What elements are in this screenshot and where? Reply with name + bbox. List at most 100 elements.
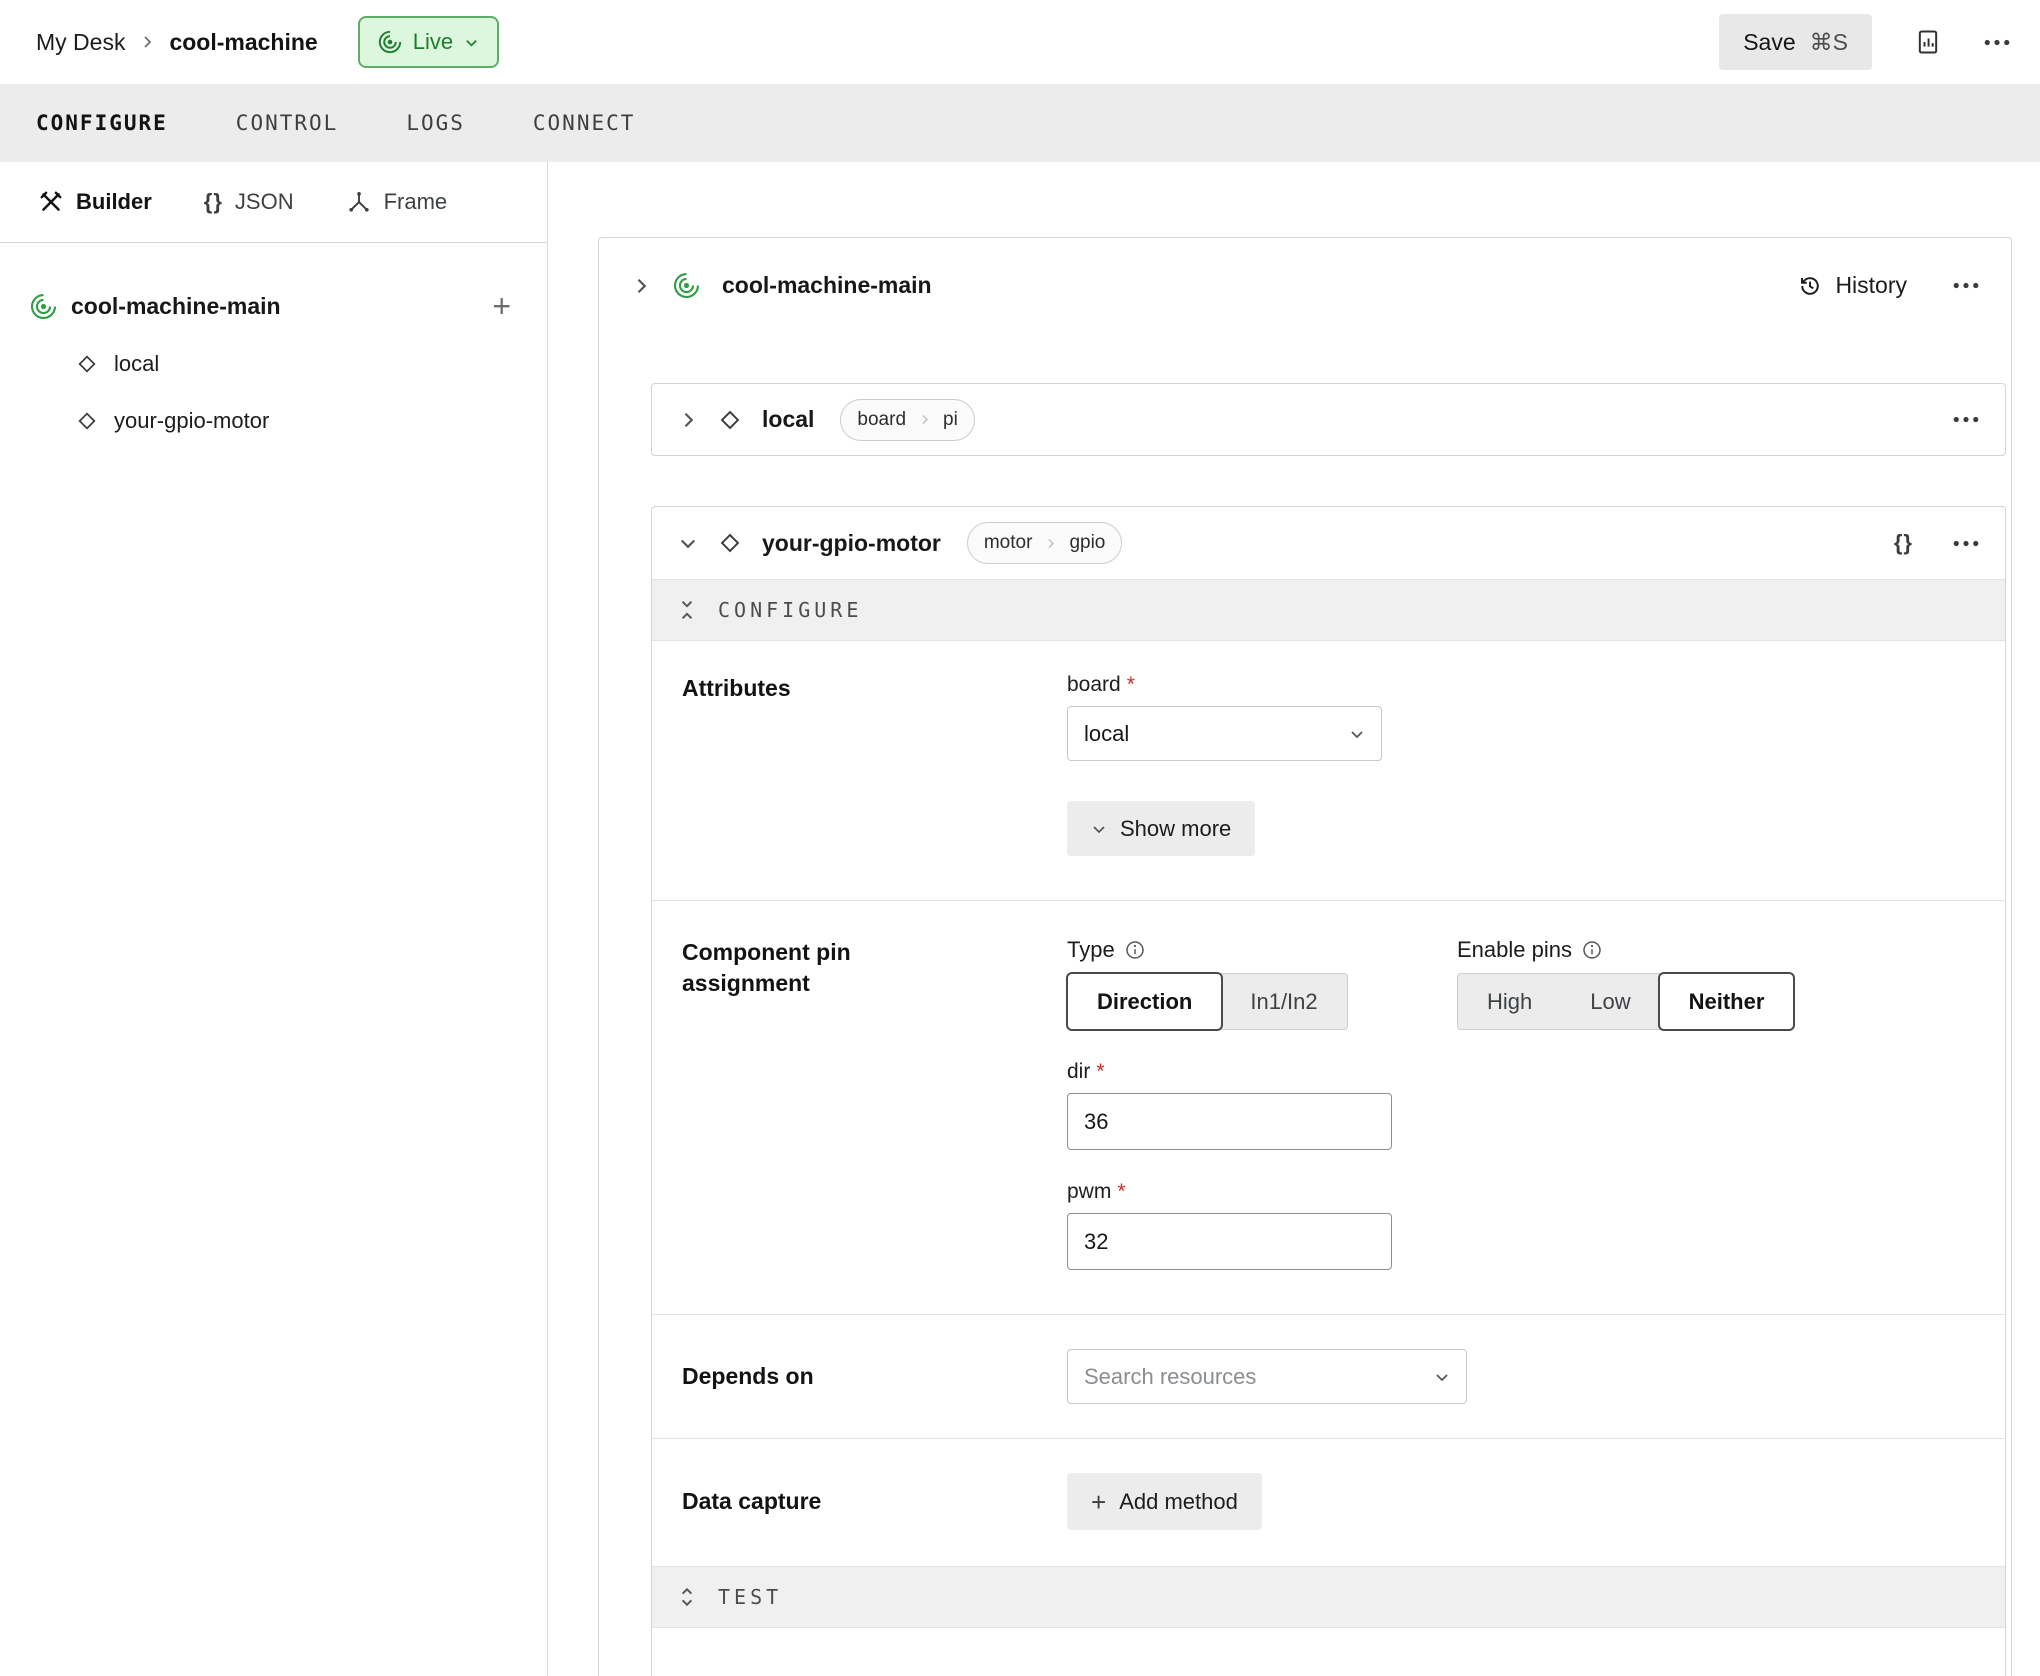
history-label: History [1835,272,1907,299]
info-icon[interactable] [1582,940,1602,960]
type-option-direction[interactable]: Direction [1068,974,1221,1029]
save-button[interactable]: Save ⌘S [1719,14,1872,70]
info-icon[interactable] [1125,940,1145,960]
sidebar: Builder {} JSON Frame [0,162,548,1676]
local-more-icon[interactable] [1953,416,1979,423]
plus-icon: + [1091,1489,1106,1515]
tab-connect[interactable]: CONNECT [533,111,636,135]
board-field-label: board* [1067,673,1975,697]
add-method-button[interactable]: + Add method [1067,1473,1262,1530]
history-button[interactable]: History [1797,272,1907,299]
enable-option-neither[interactable]: Neither [1660,974,1794,1029]
view-json-label: JSON [235,189,294,215]
machine-title: cool-machine-main [722,272,932,299]
dir-input[interactable] [1067,1093,1392,1150]
tree-machine-label: cool-machine-main [71,293,281,320]
depends-on-select[interactable]: Search resources [1067,1349,1467,1404]
save-label: Save [1743,29,1795,56]
motor-card: your-gpio-motor motor gpio {} [651,506,2006,1676]
pwm-input[interactable] [1067,1213,1392,1270]
tab-logs[interactable]: LOGS [406,111,465,135]
live-status-button[interactable]: Live [358,16,499,68]
more-menu-icon[interactable] [1984,39,2010,46]
board-select-value: local [1084,721,1129,747]
component-diamond-icon [718,408,742,432]
braces-icon: {} [204,189,223,215]
dir-field-label: dir* [1067,1060,1392,1084]
motor-card-title: your-gpio-motor [762,530,941,557]
machine-metrics-icon[interactable] [1914,28,1942,56]
view-frame[interactable]: Frame [346,189,448,215]
resource-tree: cool-machine-main + local your-gpio-moto… [0,243,547,449]
depends-on-row: Depends on Search resources [652,1315,2005,1439]
test-section-bar[interactable]: TEST [652,1566,2005,1628]
local-card-title: local [762,406,814,433]
type-column: Type Directio [1067,937,1392,1270]
tree-item-motor[interactable]: your-gpio-motor [0,392,547,449]
breadcrumb-root[interactable]: My Desk [36,29,125,56]
local-card: local board pi [651,383,2006,456]
tab-bar: CONFIGURE CONTROL LOGS CONNECT [0,84,2040,162]
save-shortcut: ⌘S [1810,29,1848,56]
motor-type-badge: motor gpio [967,522,1123,564]
tab-control[interactable]: CONTROL [236,111,339,135]
required-marker: * [1096,1060,1104,1084]
view-frame-label: Frame [384,189,448,215]
collapse-icon [678,599,696,621]
required-marker: * [1117,1180,1125,1204]
badge-type: motor [968,523,1049,563]
tab-configure[interactable]: CONFIGURE [36,111,168,135]
component-diamond-icon [718,531,742,555]
machine-card: cool-machine-main History [598,237,2012,1676]
attributes-row: Attributes board* local [652,641,2005,901]
machine-card-body: local board pi [599,333,2011,1676]
depends-on-placeholder: Search resources [1084,1364,1256,1390]
chevron-down-icon[interactable] [678,533,698,553]
badge-model: pi [927,400,974,440]
machine-card-header: cool-machine-main History [599,238,2011,333]
enable-option-high[interactable]: High [1458,974,1561,1029]
add-method-label: Add method [1119,1489,1238,1515]
show-more-button[interactable]: Show more [1067,801,1255,856]
dir-field: dir* [1067,1060,1392,1150]
viam-live-icon [378,30,402,54]
chevron-right-icon[interactable] [678,410,698,430]
pwm-field: pwm* [1067,1180,1392,1270]
code-braces-icon[interactable]: {} [1894,530,1913,556]
machine-more-icon[interactable] [1953,282,1979,289]
tree-item-machine[interactable]: cool-machine-main + [0,277,547,335]
motor-card-header: your-gpio-motor motor gpio {} [652,507,2005,579]
chevron-right-icon [139,34,155,50]
chevron-right-icon[interactable] [631,276,651,296]
badge-model: gpio [1053,523,1121,563]
view-switcher: Builder {} JSON Frame [0,162,547,243]
data-capture-heading: Data capture [682,1486,982,1517]
enable-pins-column: Enable pins H [1457,937,1794,1030]
viam-machine-icon [30,293,57,320]
required-marker: * [1127,673,1135,697]
history-clock-icon [1797,273,1823,299]
pin-assignment-row: Component pin assignment Type [652,901,2005,1315]
tree-item-local[interactable]: local [0,335,547,392]
badge-type: board [841,400,922,440]
frame-axes-icon [346,189,372,215]
viam-configure-page: My Desk cool-machine Live Save ⌘ [0,0,2040,1676]
configure-section-bar[interactable]: CONFIGURE [652,579,2005,641]
component-diamond-icon [76,353,98,375]
view-builder[interactable]: Builder [38,189,152,215]
enable-pins-label: Enable pins [1457,937,1794,963]
type-label: Type [1067,937,1392,963]
type-option-in1in2[interactable]: In1/In2 [1221,974,1346,1029]
enable-option-low[interactable]: Low [1561,974,1659,1029]
chevron-down-icon [1349,726,1365,742]
motor-more-icon[interactable] [1953,540,1979,547]
chevron-down-icon [1091,821,1107,837]
add-resource-icon[interactable]: + [492,290,511,322]
live-label: Live [413,29,453,55]
expand-icon [678,1586,696,1608]
type-segmented-control: Direction In1/In2 [1067,973,1348,1030]
board-select[interactable]: local [1067,706,1382,761]
view-json[interactable]: {} JSON [204,189,294,215]
motor-card-actions: {} [1894,530,1979,556]
page-body: Builder {} JSON Frame [0,162,2040,1676]
